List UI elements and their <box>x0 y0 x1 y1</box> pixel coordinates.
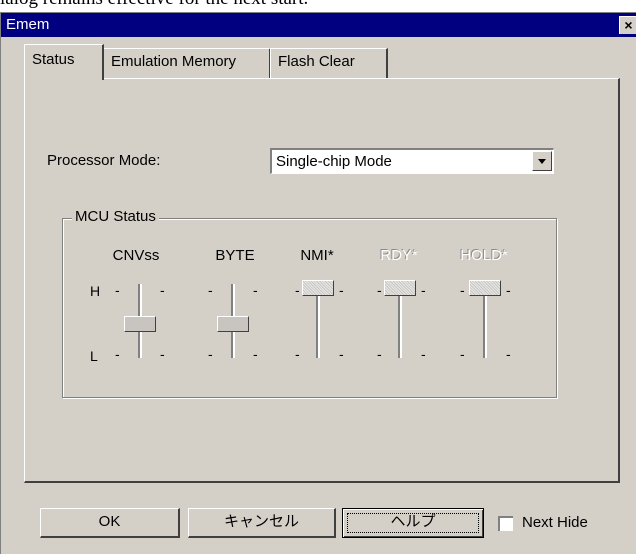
document-text: ialog remains effective for the next sta… <box>0 0 636 10</box>
next-hide-checkbox[interactable] <box>498 516 513 531</box>
cancel-button-label: キャンセル <box>223 513 299 530</box>
tab-flash-clear[interactable]: Flash Clear <box>270 48 388 78</box>
tab-status[interactable]: Status <box>24 44 104 80</box>
tab-emulation-memory[interactable]: Emulation Memory <box>103 48 271 78</box>
tab-emulation-memory-label: Emulation Memory <box>111 53 237 70</box>
tab-flash-clear-label: Flash Clear <box>278 53 355 70</box>
title-bar[interactable]: Emem × <box>1 13 636 37</box>
tab-status-label: Status <box>32 51 75 68</box>
ok-button-label: OK <box>98 513 121 530</box>
ok-button[interactable]: OK <box>40 508 180 538</box>
next-hide-label[interactable]: Next Hide <box>522 514 588 531</box>
close-icon: × <box>624 17 633 33</box>
close-button[interactable]: × <box>619 16 636 34</box>
focus-rect <box>347 513 479 533</box>
status-tab-panel <box>24 78 620 483</box>
dialog-title: Emem <box>6 16 50 33</box>
help-button[interactable]: ヘルプ <box>342 508 484 538</box>
cancel-button[interactable]: キャンセル <box>188 508 336 538</box>
